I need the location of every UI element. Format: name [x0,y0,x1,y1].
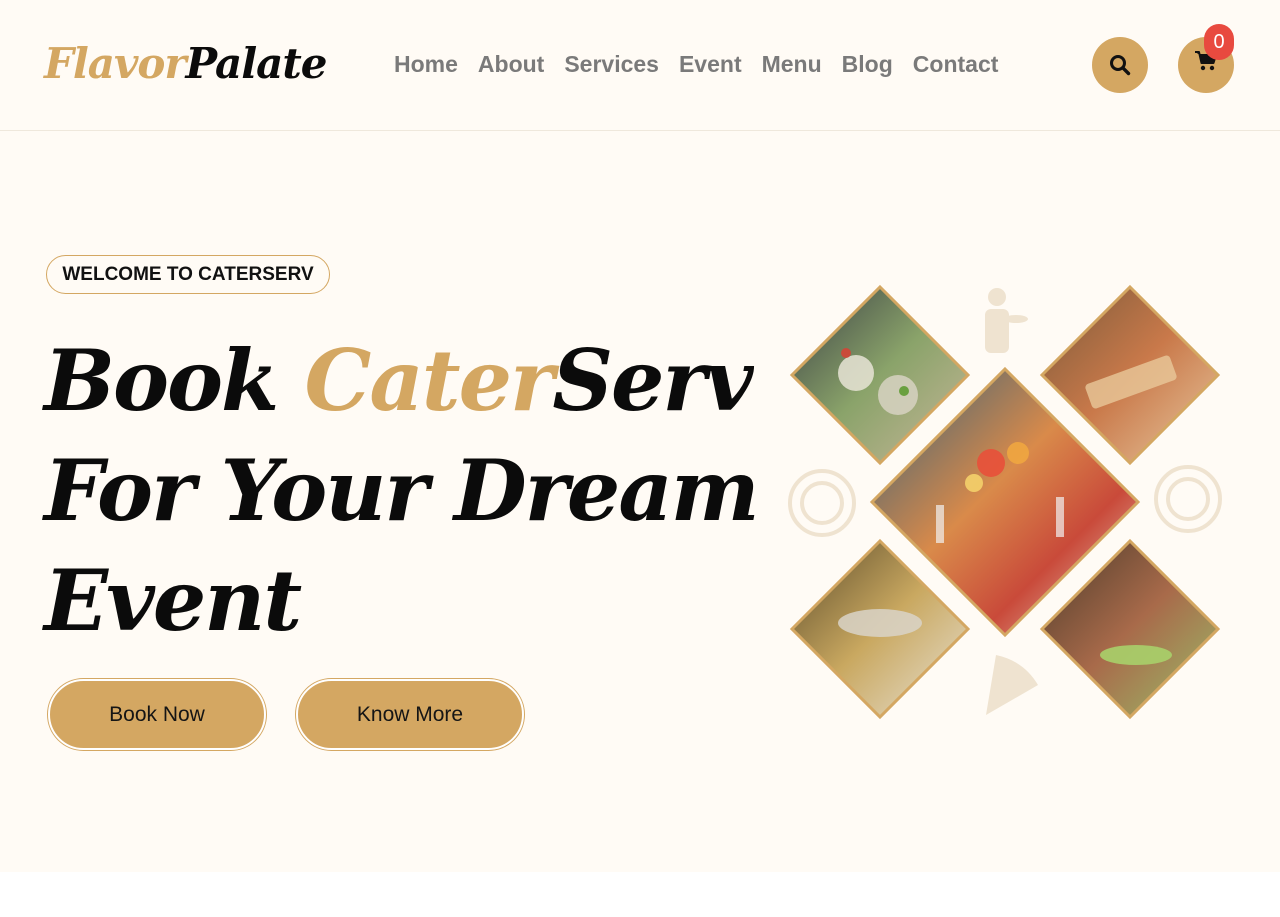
book-now-button[interactable]: Book Now [48,679,266,750]
welcome-tagline: WELCOME TO CATERSERV [46,255,330,294]
search-icon [1110,55,1131,76]
pizza-icon-left [788,469,856,537]
site-header: FlavorPalate Home About Services Event M… [0,0,1280,131]
hero-headline: Book CaterServ For Your Dream Event [44,326,760,656]
headline-line-2: For Your Dream [44,441,760,540]
nav-event[interactable]: Event [669,46,752,82]
nav-about[interactable]: About [468,46,554,82]
nav-services[interactable]: Services [554,46,669,82]
main-nav: Home About Services Event Menu Blog Cont… [384,46,1008,82]
search-button[interactable] [1092,37,1148,93]
nav-contact[interactable]: Contact [903,46,1009,82]
know-more-button[interactable]: Know More [296,679,524,750]
headline-word-book: Book [44,331,279,430]
headline-word-serv: Serv [552,331,753,430]
logo-part-flavor: Flavor [44,39,187,88]
page: FlavorPalate Home About Services Event M… [0,0,1280,872]
brand-logo[interactable]: FlavorPalate [44,34,328,94]
nav-menu[interactable]: Menu [752,46,832,82]
nav-home[interactable]: Home [384,46,468,82]
cart-count-badge: 0 [1204,24,1234,60]
logo-part-palate: Palate [185,39,328,88]
headline-line-1: Book CaterServ [44,326,753,436]
chef-icon [985,288,1028,353]
headline-line-3: Event [44,551,302,650]
headline-word-cater: Cater [304,331,555,430]
pizza-slice-icon [986,655,1038,715]
nav-blog[interactable]: Blog [832,46,903,82]
pizza-icon-right [1154,465,1222,533]
food-photo-collage [788,284,1222,720]
